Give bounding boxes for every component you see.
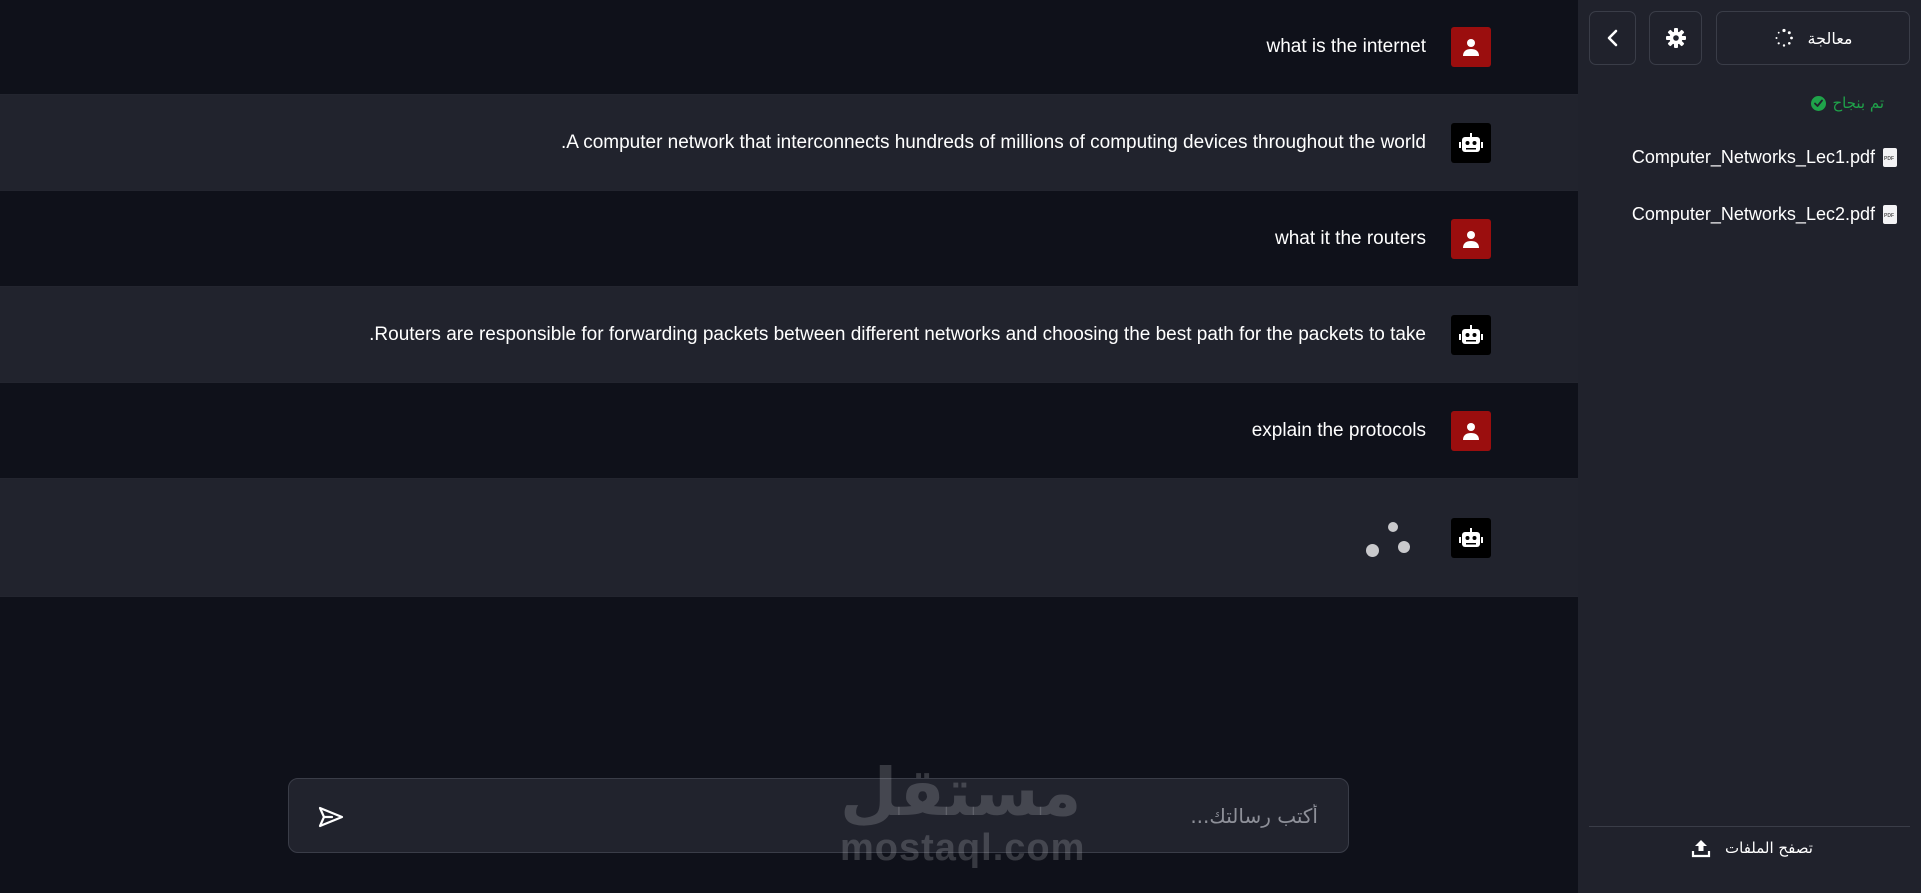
status-message: تم بنجاح — [1811, 94, 1884, 112]
user-icon — [1463, 422, 1479, 440]
chat-message-user: what it the routers — [0, 191, 1578, 287]
message-text: .A computer network that interconnects h… — [561, 131, 1426, 153]
user-avatar — [1451, 218, 1491, 259]
chat-message-bot-typing — [0, 479, 1578, 597]
file-item[interactable]: Computer_Networks_Lec2.pdf — [1632, 204, 1897, 225]
process-label: معالجة — [1807, 28, 1853, 48]
file-name: Computer_Networks_Lec1.pdf — [1631, 147, 1875, 167]
browse-files-label: تصفح الملفات — [1725, 839, 1813, 857]
file-item[interactable]: Computer_Networks_Lec1.pdf — [1632, 147, 1897, 168]
check-circle-icon — [1811, 95, 1827, 111]
file-name: Computer_Networks_Lec2.pdf — [1631, 204, 1875, 224]
message-composer — [288, 778, 1349, 853]
chat-message-user: what is the internet — [0, 0, 1578, 95]
chat-message-bot: .A computer network that interconnects h… — [0, 95, 1578, 191]
robot-icon — [1459, 132, 1483, 152]
message-text: what it the routers — [1274, 227, 1426, 249]
browse-files-button[interactable]: تصفح الملفات — [1691, 838, 1813, 858]
pdf-file-icon — [1883, 205, 1897, 224]
chat-area: what is the internet .A computer network… — [0, 0, 1578, 893]
chat-message-bot: .Routers are responsible for forwarding … — [0, 287, 1578, 383]
spinner-icon — [1775, 28, 1793, 47]
user-icon — [1463, 39, 1479, 56]
pdf-file-icon — [1883, 148, 1897, 167]
collapse-sidebar-button[interactable] — [1589, 11, 1636, 65]
message-text: .Routers are responsible for forwarding … — [369, 323, 1426, 345]
user-icon — [1463, 230, 1479, 248]
user-avatar — [1451, 27, 1491, 67]
robot-icon — [1459, 324, 1483, 344]
status-text: تم بنجاح — [1832, 94, 1884, 112]
sidebar-divider — [1589, 826, 1910, 827]
send-button[interactable] — [315, 801, 347, 833]
robot-icon — [1459, 527, 1483, 547]
gear-icon — [1665, 28, 1686, 48]
bot-avatar — [1451, 314, 1491, 355]
process-button[interactable]: معالجة — [1716, 11, 1910, 65]
chevron-left-icon — [1607, 29, 1617, 47]
chat-message-user: explain the protocols — [0, 383, 1578, 479]
settings-button[interactable] — [1649, 11, 1702, 65]
message-input[interactable] — [369, 779, 1318, 852]
user-avatar — [1451, 410, 1491, 451]
upload-icon — [1691, 840, 1711, 858]
send-icon — [318, 806, 344, 828]
bot-avatar — [1451, 517, 1491, 558]
sidebar: معالجة تم بنجاح Computer_Networks_Lec1.p… — [1578, 0, 1921, 893]
bot-avatar — [1451, 122, 1491, 163]
message-text: explain the protocols — [1251, 419, 1426, 441]
typing-indicator — [1366, 521, 1416, 562]
message-text: what is the internet — [1266, 36, 1426, 57]
